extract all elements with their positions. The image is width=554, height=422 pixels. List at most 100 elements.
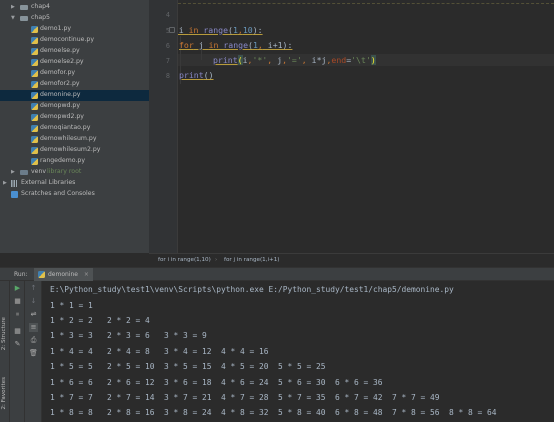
tool-window-bar: 2: Structure 2: Favorites xyxy=(0,281,10,422)
python-file-icon xyxy=(31,26,38,33)
scroll-to-end-icon[interactable]: ≡ xyxy=(29,323,38,332)
tree-file-demoelse[interactable]: demoelse.py xyxy=(0,46,149,57)
tree-label: Scratches and Consoles xyxy=(21,190,95,197)
tree-file-demonine[interactable]: demonine.py xyxy=(0,90,149,101)
builtin-range: range xyxy=(218,40,249,50)
tree-label: demoqiantao.py xyxy=(40,124,91,131)
folder-icon xyxy=(20,169,28,176)
run-tool-header: Run: demonine × xyxy=(0,267,554,281)
tree-label: demowhilesum.py xyxy=(40,135,97,142)
tree-label: demofor.py xyxy=(40,69,76,76)
tree-label: democontinue.py xyxy=(40,36,95,43)
console-line: 1 * 4 = 4 2 * 4 = 8 3 * 4 = 12 4 * 4 = 1… xyxy=(50,347,269,356)
scratches-icon xyxy=(11,191,18,198)
python-file-icon xyxy=(31,125,38,132)
chevron-right-icon[interactable]: ▶ xyxy=(11,2,15,13)
tree-label: demoelse2.py xyxy=(40,58,84,65)
tree-folder-chap5[interactable]: ▼ chap5 xyxy=(0,13,149,24)
tree-label: chap4 xyxy=(31,3,50,10)
tree-label: demoelse.py xyxy=(40,47,80,54)
tree-folder-chap4[interactable]: ▶ chap4 xyxy=(0,2,149,13)
console-line: 1 * 5 = 5 2 * 5 = 10 3 * 5 = 15 4 * 5 = … xyxy=(50,362,326,371)
scroll-up-icon[interactable]: ↑ xyxy=(29,284,38,293)
print-icon[interactable]: ⎙ xyxy=(29,336,38,345)
console-line: 1 * 2 = 2 2 * 2 = 4 xyxy=(50,316,150,325)
stop-icon[interactable]: ■ xyxy=(13,297,22,306)
line-number: 8 xyxy=(165,72,170,80)
console-line: 1 * 3 = 3 2 * 3 = 6 3 * 3 = 9 xyxy=(50,331,207,340)
tree-file-demowhilesum[interactable]: demowhilesum.py xyxy=(0,134,149,145)
python-file-icon xyxy=(31,59,38,66)
close-icon[interactable]: × xyxy=(84,271,89,278)
favorites-tab[interactable]: 2: Favorites xyxy=(1,377,7,410)
python-file-icon xyxy=(31,70,38,77)
tree-external-libraries[interactable]: ▶ External Libraries xyxy=(0,178,149,189)
tree-file-democontinue[interactable]: democontinue.py xyxy=(0,35,149,46)
python-file-icon xyxy=(31,92,38,99)
tree-folder-venv[interactable]: ▶ venv library root xyxy=(0,167,149,178)
line-number: 4 xyxy=(165,11,170,19)
tree-file-demoqiantao[interactable]: demoqiantao.py xyxy=(0,123,149,134)
tree-label: demofor2.py xyxy=(40,80,80,87)
run-toolbar: ▶ ■ ⏸ ▦ ✎ xyxy=(10,281,25,422)
soft-wrap-icon[interactable]: ⇌ xyxy=(29,310,38,319)
python-file-icon xyxy=(31,81,38,88)
loop-var: i xyxy=(178,25,184,35)
tree-label: External Libraries xyxy=(21,179,76,186)
builtin-range: range xyxy=(198,25,229,35)
tree-label: venv xyxy=(31,168,47,175)
tree-file-demofor[interactable]: demofor.py xyxy=(0,68,149,79)
python-file-icon xyxy=(31,136,38,143)
run-console[interactable]: E:\Python_study\test1\venv\Scripts\pytho… xyxy=(42,281,554,422)
rerun-icon[interactable]: ▶ xyxy=(13,284,22,293)
tree-label: demo1.py xyxy=(40,25,72,32)
tree-label: demowhilesum2.py xyxy=(40,146,101,153)
python-file-icon xyxy=(38,271,45,278)
breadcrumb-item[interactable]: for i in range(1,10) xyxy=(158,254,211,267)
tree-scratches[interactable]: Scratches and Consoles xyxy=(0,189,149,200)
structure-tab[interactable]: 2: Structure xyxy=(1,317,7,350)
string: '*' xyxy=(252,55,268,65)
chevron-right-icon[interactable]: ▶ xyxy=(11,167,15,178)
previous-line-fragment xyxy=(178,0,554,4)
scroll-down-icon[interactable]: ↓ xyxy=(29,297,38,306)
folder-icon xyxy=(20,15,28,22)
breadcrumb-item[interactable]: for j in range(1,i+1) xyxy=(224,254,279,267)
code-rest: i+1): xyxy=(262,40,293,50)
paren: ): xyxy=(252,25,263,35)
tree-file-demowhilesum2[interactable]: demowhilesum2.py xyxy=(0,145,149,156)
clear-icon[interactable]: 🗑 xyxy=(29,349,38,358)
tree-label: demopwd.py xyxy=(40,102,81,109)
pause-icon[interactable]: ⏸ xyxy=(13,310,22,319)
project-tree-panel: ▶ chap4 ▼ chap5 demo1.py democontinue.py… xyxy=(0,0,149,253)
console-line: 1 * 8 = 8 2 * 8 = 16 3 * 8 = 24 4 * 8 = … xyxy=(50,408,497,417)
tree-file-demo1[interactable]: demo1.py xyxy=(0,24,149,35)
tree-label: demonine.py xyxy=(40,91,81,98)
chevron-down-icon[interactable]: ▼ xyxy=(11,13,15,24)
layout-icon[interactable]: ▦ xyxy=(13,327,22,336)
code-rest: () xyxy=(203,70,214,80)
tree-label: rangedemo.py xyxy=(40,157,85,164)
tree-file-rangedemo[interactable]: rangedemo.py xyxy=(0,156,149,167)
kwarg-name: end xyxy=(331,55,347,65)
number: 10 xyxy=(242,25,253,35)
code-line-6: for j in range(1, i+1): xyxy=(179,39,292,51)
chevron-right-icon[interactable]: ▶ xyxy=(3,178,7,189)
pin-icon[interactable]: ✎ xyxy=(13,340,22,349)
keyword-in: in xyxy=(188,25,199,35)
arg: i*j xyxy=(306,55,327,65)
paren-highlight: ) xyxy=(370,55,376,65)
run-label: Run: xyxy=(14,271,28,278)
tree-file-demofor2[interactable]: demofor2.py xyxy=(0,79,149,90)
code-editor[interactable]: for i in range(1,10): for j in range(1, … xyxy=(178,0,554,253)
tree-file-demopwd2[interactable]: demopwd2.py xyxy=(0,112,149,123)
python-file-icon xyxy=(31,114,38,121)
tree-file-demopwd[interactable]: demopwd.py xyxy=(0,101,149,112)
folder-icon xyxy=(20,4,28,11)
keyword-for: for xyxy=(179,40,194,50)
console-line: 1 * 6 = 6 2 * 6 = 12 3 * 6 = 18 4 * 6 = … xyxy=(50,378,383,387)
fold-icon[interactable] xyxy=(169,27,175,33)
library-root-label: library root xyxy=(47,168,82,175)
tree-file-demoelse2[interactable]: demoelse2.py xyxy=(0,57,149,68)
run-tab-demonine[interactable]: demonine × xyxy=(34,268,93,281)
